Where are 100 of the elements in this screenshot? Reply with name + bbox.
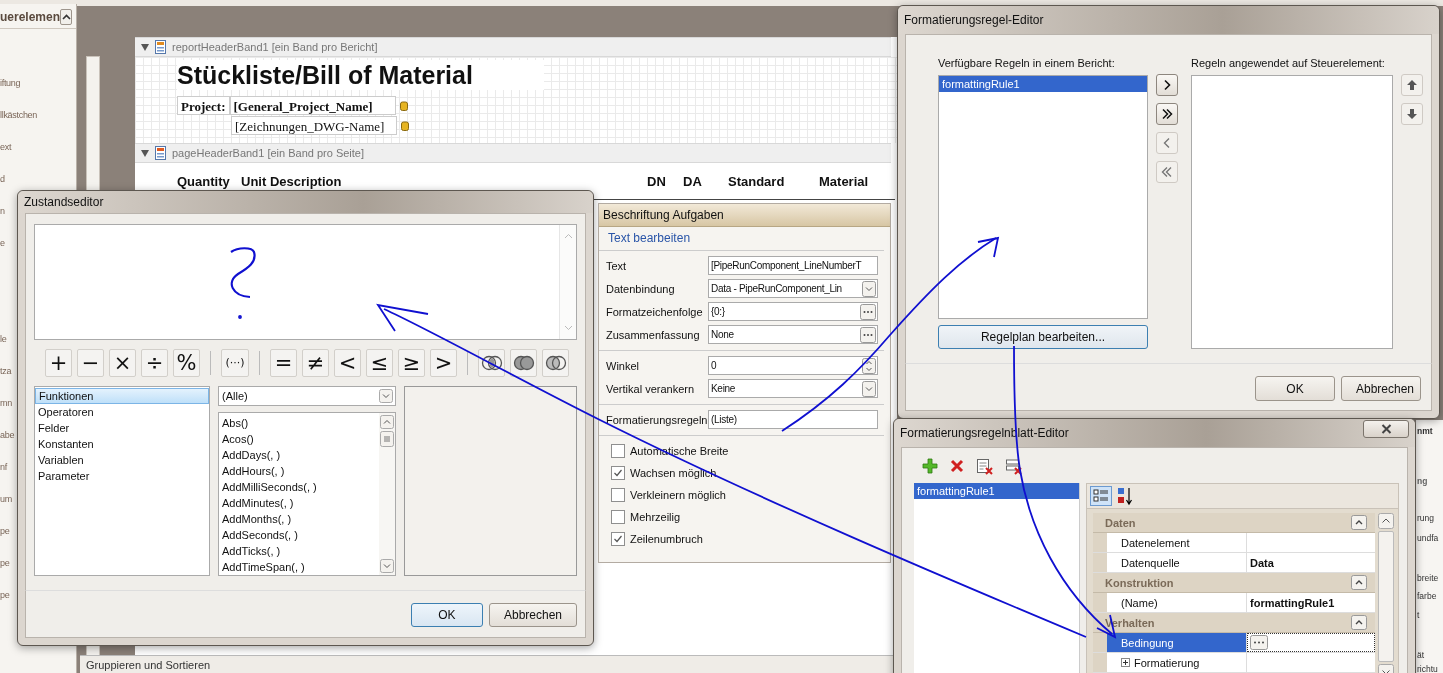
scroll-up-icon[interactable] xyxy=(1378,513,1394,529)
collapse-icon[interactable] xyxy=(1351,615,1367,630)
dialog-button[interactable]: Abbrechen xyxy=(488,603,577,627)
checkbox[interactable] xyxy=(611,532,625,546)
category-item[interactable]: Konstanten xyxy=(35,436,209,452)
function-item[interactable]: AddMilliSeconds(, ) xyxy=(219,479,379,495)
operator-button[interactable]: ≥ xyxy=(398,349,425,377)
sort-alphabetical-icon[interactable] xyxy=(1117,486,1133,506)
function-item[interactable]: AddDays(, ) xyxy=(219,447,379,463)
function-item[interactable]: Abs() xyxy=(219,415,379,431)
operator-button[interactable]: × xyxy=(109,349,136,377)
rule-item[interactable]: formattingRule1 xyxy=(914,483,1079,499)
property-value[interactable]: Data xyxy=(1247,553,1375,572)
toolbox-item[interactable]: llkästchen xyxy=(0,107,38,123)
toolbox-item[interactable]: mn xyxy=(0,395,12,411)
property-field[interactable]: 0 xyxy=(708,356,878,375)
operator-button[interactable]: % xyxy=(173,349,200,377)
operator-button[interactable]: ≤ xyxy=(366,349,393,377)
category-item[interactable]: Variablen xyxy=(35,452,209,468)
dialog-button[interactable]: OK xyxy=(1255,376,1335,401)
toolbox-item[interactable]: nf xyxy=(0,459,7,475)
checkbox[interactable] xyxy=(611,510,625,524)
operator-button[interactable]: ÷ xyxy=(141,349,168,377)
property-field[interactable]: Keine xyxy=(708,379,878,398)
property-name[interactable]: Formatierung xyxy=(1107,653,1247,672)
close-button[interactable] xyxy=(1363,420,1409,438)
move-down-button[interactable] xyxy=(1401,103,1423,125)
operator-button[interactable]: ≠ xyxy=(302,349,329,377)
property-value[interactable]: formattingRule1 xyxy=(1247,593,1375,612)
operator-button[interactable]: = xyxy=(270,349,297,377)
operator-button[interactable]: < xyxy=(334,349,361,377)
move-up-button[interactable] xyxy=(1401,74,1423,96)
rule-item[interactable]: formattingRule1 xyxy=(939,76,1147,92)
toolbox-item[interactable]: ext xyxy=(0,139,12,155)
toolbox-item[interactable]: tza xyxy=(0,363,12,379)
property-name[interactable]: (Name) xyxy=(1107,593,1247,612)
toolbox-item[interactable]: pe xyxy=(0,587,10,603)
edit-text-link[interactable]: Text bearbeiten xyxy=(599,227,884,251)
add-icon[interactable] xyxy=(922,458,938,474)
checkbox[interactable] xyxy=(611,488,625,502)
property-name[interactable]: Datenelement xyxy=(1107,533,1247,552)
property-field[interactable]: {0:} xyxy=(708,302,878,321)
function-item[interactable]: AddSeconds(, ) xyxy=(219,527,379,543)
property-field[interactable]: (Liste) xyxy=(708,410,878,429)
expand-icon[interactable] xyxy=(1121,658,1130,667)
scroll-thumb[interactable] xyxy=(1378,531,1394,662)
dialog-button[interactable]: OK xyxy=(410,603,483,627)
operator-button[interactable]: > xyxy=(430,349,457,377)
toolbox-item[interactable]: iftung xyxy=(0,75,21,91)
category-item[interactable]: Funktionen xyxy=(35,388,209,404)
function-item[interactable]: AddHours(, ) xyxy=(219,463,379,479)
categorized-view-icon[interactable] xyxy=(1090,486,1112,506)
function-item[interactable]: AddTimeSpan(, ) xyxy=(219,559,379,575)
group-sort-tab[interactable]: Gruppieren und Sortieren xyxy=(80,655,895,673)
move-button[interactable] xyxy=(1156,74,1178,96)
operator-button[interactable] xyxy=(478,349,505,377)
band-header[interactable]: reportHeaderBand1 [ein Band pro Bericht] xyxy=(135,37,891,57)
category-item[interactable]: Parameter xyxy=(35,468,209,484)
edit-rules-button[interactable]: Regelplan bearbeiten... xyxy=(938,325,1148,349)
property-name[interactable]: Datenquelle xyxy=(1107,553,1247,572)
toolbox-item[interactable]: abe xyxy=(0,427,15,443)
band-header[interactable]: pageHeaderBand1 [ein Band pro Seite] xyxy=(135,143,891,163)
function-item[interactable]: AddMinutes(, ) xyxy=(219,495,379,511)
operator-button[interactable]: + xyxy=(45,349,72,377)
property-field[interactable]: Data - PipeRunComponent_Lin xyxy=(708,279,878,298)
filter-dropdown[interactable]: (Alle) xyxy=(218,386,396,406)
collapse-button[interactable] xyxy=(60,9,72,25)
toolbox-item[interactable]: um xyxy=(0,491,12,507)
checkbox[interactable] xyxy=(611,466,625,480)
dialog-button[interactable]: Abbrechen xyxy=(1341,376,1421,401)
delete-list-icon[interactable] xyxy=(1005,457,1022,475)
property-value[interactable] xyxy=(1247,633,1375,652)
function-item[interactable]: AddTicks(, ) xyxy=(219,543,379,559)
scrollbar[interactable] xyxy=(1378,513,1394,673)
function-item[interactable]: AddMonths(, ) xyxy=(219,511,379,527)
toolbox-item[interactable]: le xyxy=(0,331,7,347)
toolbox-item[interactable]: pe xyxy=(0,555,10,571)
operator-button[interactable] xyxy=(542,349,569,377)
property-field[interactable]: [PipeRunComponent_LineNumberT xyxy=(708,256,878,275)
ellipsis-icon[interactable] xyxy=(1250,635,1268,650)
function-item[interactable]: Acos() xyxy=(219,431,379,447)
scroll-thumb[interactable] xyxy=(380,431,394,447)
delete-icon[interactable] xyxy=(950,459,964,473)
collapse-icon[interactable] xyxy=(1351,515,1367,530)
move-button[interactable] xyxy=(1156,103,1178,125)
delete-document-icon[interactable] xyxy=(976,457,993,475)
toolbox-item[interactable]: e xyxy=(0,235,5,251)
property-name[interactable]: Bedingung xyxy=(1107,633,1247,652)
expression-field[interactable] xyxy=(34,224,577,340)
operator-button[interactable]: (···) xyxy=(221,349,249,377)
operator-button[interactable]: − xyxy=(77,349,104,377)
toolbox-item[interactable]: d xyxy=(0,171,5,187)
category-item[interactable]: Felder xyxy=(35,420,209,436)
toolbox-item[interactable]: pe xyxy=(0,523,10,539)
operator-button[interactable] xyxy=(510,349,537,377)
checkbox[interactable] xyxy=(611,444,625,458)
toolbox-item[interactable]: n xyxy=(0,203,5,219)
scrollbar[interactable] xyxy=(379,413,395,575)
category-item[interactable]: Operatoren xyxy=(35,404,209,420)
property-field[interactable]: None xyxy=(708,325,878,344)
